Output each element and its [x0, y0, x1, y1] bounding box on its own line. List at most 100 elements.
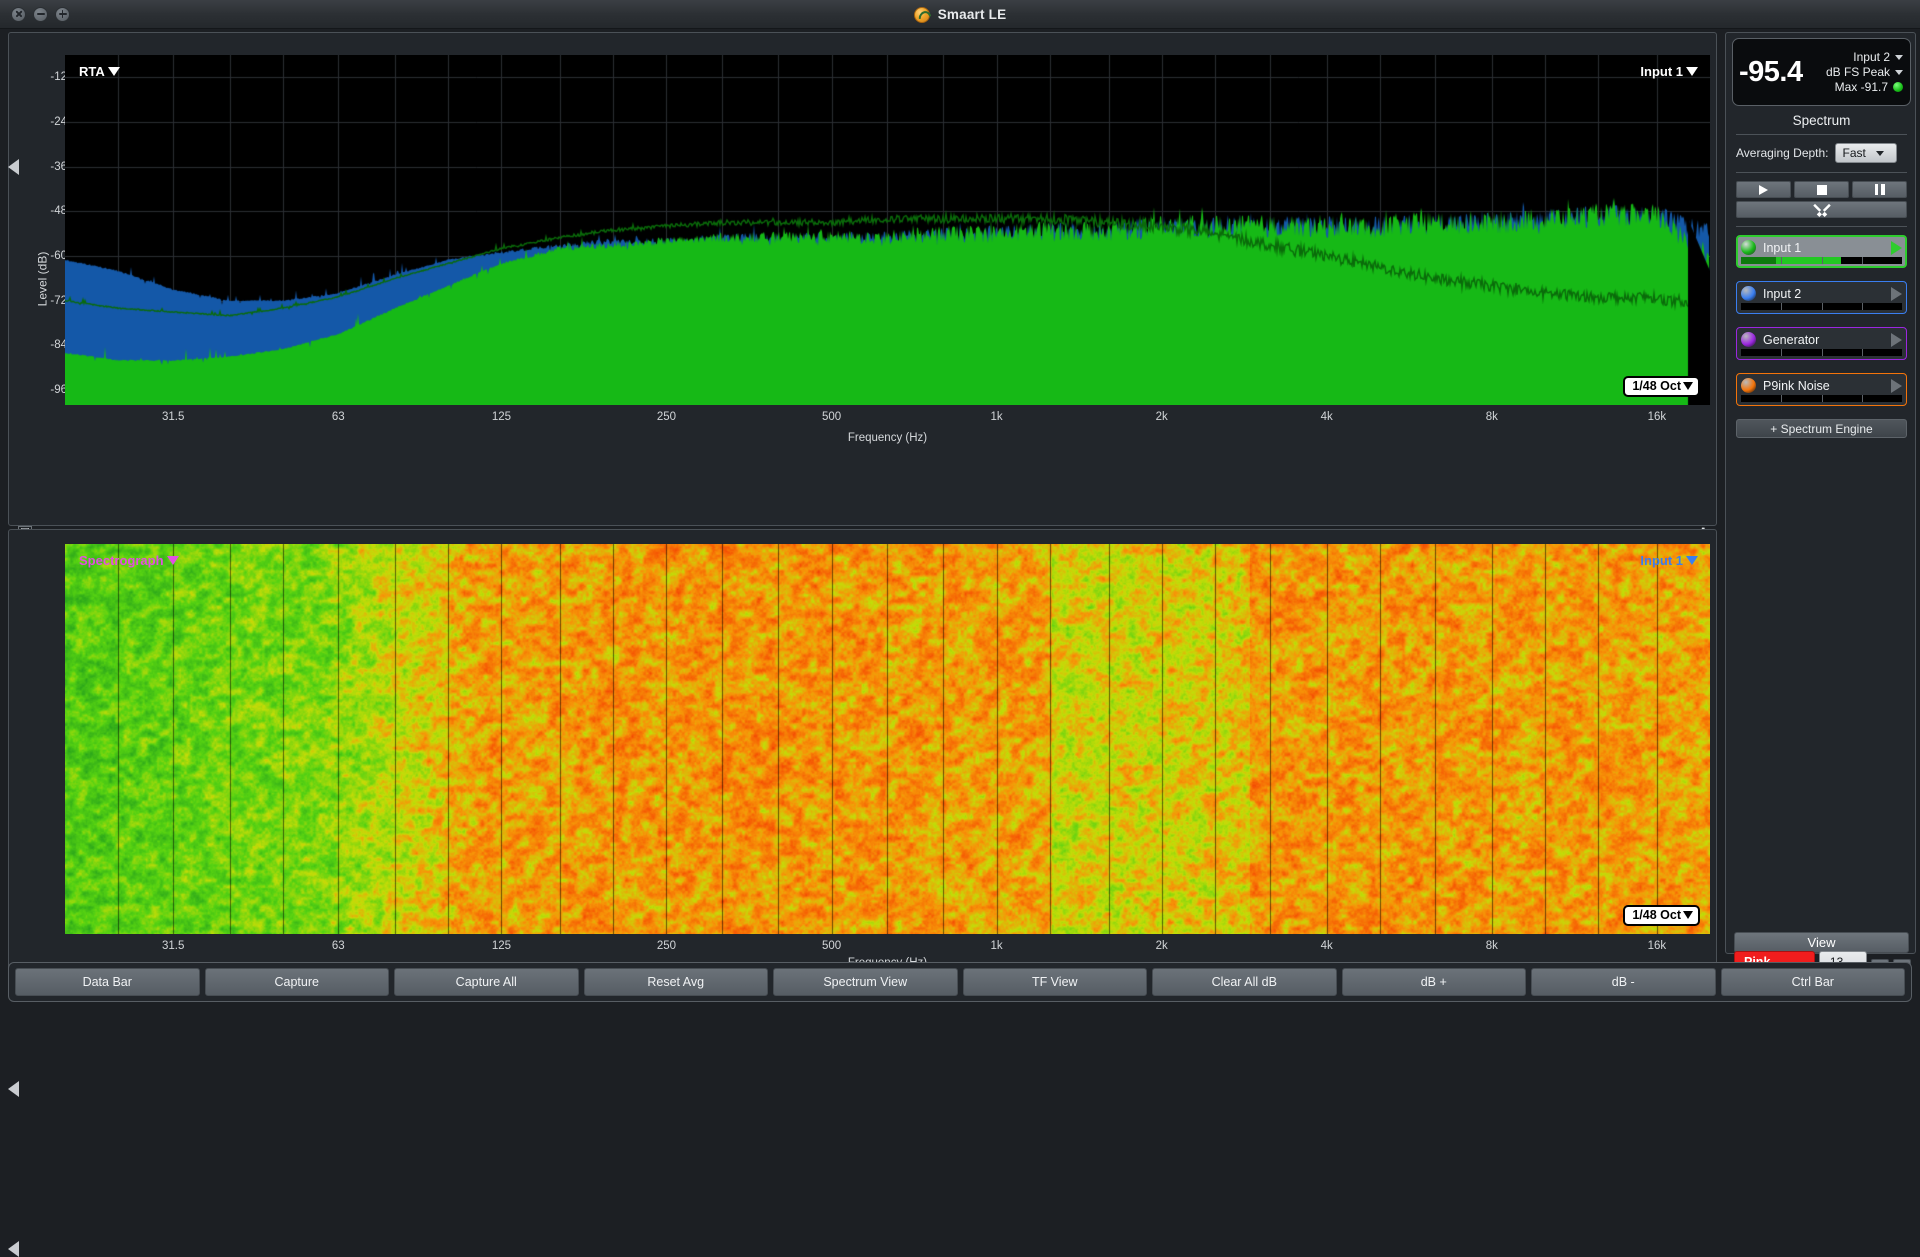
x-tick: 4k — [1321, 411, 1333, 423]
toolbar-button-clear-all-db[interactable]: Clear All dB — [1152, 968, 1337, 996]
channel-level-meter — [1741, 303, 1902, 310]
chevron-down-icon — [1683, 911, 1693, 919]
x-tick: 63 — [332, 411, 345, 423]
signal-led-icon — [1893, 82, 1903, 92]
x-tick: 16k — [1648, 940, 1667, 952]
channel-level-meter — [1741, 257, 1902, 264]
channel-header: Input 2 — [1741, 284, 1902, 303]
rta-y-tick: -36 — [23, 161, 67, 173]
x-tick: 31.5 — [162, 940, 184, 952]
spectrograph-canvas — [65, 544, 1710, 934]
x-tick: 8k — [1486, 411, 1498, 423]
spectrograph-panel: Spectrograph Input 1 1/48 Oct 31.5631252… — [8, 529, 1717, 970]
channel-item-input-2[interactable]: Input 2 — [1736, 281, 1907, 314]
chevron-down-icon — [1876, 151, 1884, 156]
channel-header: Generator — [1741, 330, 1902, 349]
channel-level-meter — [1741, 349, 1902, 356]
rta-y-tick: -48 — [23, 205, 67, 217]
view-button[interactable]: View — [1734, 932, 1909, 953]
channel-play-icon[interactable] — [1891, 379, 1902, 393]
title-center: Smaart LE — [0, 0, 1920, 29]
rta-y-tick: -72 — [23, 295, 67, 307]
level-tick — [1822, 303, 1823, 310]
spectrograph-type-label: Spectrograph — [79, 553, 164, 568]
toolbar-button-tf-view[interactable]: TF View — [963, 968, 1148, 996]
x-tick: 500 — [822, 411, 841, 423]
toolbar-button-data-bar[interactable]: Data Bar — [15, 968, 200, 996]
spectrograph-plot-area[interactable]: Spectrograph Input 1 1/48 Oct — [65, 544, 1710, 934]
toolbar-button-reset-avg[interactable]: Reset Avg — [584, 968, 769, 996]
maximize-icon[interactable] — [55, 7, 70, 22]
level-tick — [1781, 303, 1782, 310]
rta-plot-area[interactable]: RTA Input 1 1/48 Oct — [65, 55, 1710, 405]
close-icon[interactable] — [11, 7, 26, 22]
window-title: Smaart LE — [938, 7, 1007, 22]
toolbar-button-ctrl-bar[interactable]: Ctrl Bar — [1721, 968, 1906, 996]
spectrograph-resolution-dropdown[interactable]: 1/48 Oct — [1623, 905, 1700, 926]
channel-item-input-1[interactable]: Input 1 — [1736, 235, 1907, 268]
rta-resolution-label: 1/48 Oct — [1632, 379, 1681, 393]
workspace: Level (dB) -12-24-36-48-60-72-84-96 RTA … — [0, 29, 1920, 958]
divider — [1736, 172, 1907, 173]
rta-level-cursor-handle[interactable] — [8, 159, 19, 175]
x-tick: 1k — [991, 411, 1003, 423]
channel-color-dot — [1741, 240, 1756, 255]
x-tick: 1k — [991, 940, 1003, 952]
rta-x-ticks: 31.5631252505001k2k4k8k16k — [9, 411, 1716, 427]
chevron-down-icon — [1895, 55, 1903, 60]
channel-header: Input 1 — [1741, 238, 1902, 257]
rta-type-label: RTA — [79, 64, 105, 79]
level-fill — [1776, 257, 1840, 264]
spectrograph-cursor-handle-bottom[interactable] — [8, 1241, 19, 1257]
toolbar-button-capture[interactable]: Capture — [205, 968, 390, 996]
channel-play-icon[interactable] — [1891, 333, 1902, 347]
rta-y-tick: -24 — [23, 116, 67, 128]
x-tick: 2k — [1156, 411, 1168, 423]
rta-resolution-dropdown[interactable]: 1/48 Oct — [1623, 376, 1700, 397]
meter-source-dropdown[interactable]: Input 2 — [1853, 50, 1903, 64]
x-tick: 125 — [492, 411, 511, 423]
level-tick — [1781, 349, 1782, 356]
chevron-down-icon — [167, 556, 179, 565]
meter-details: Input 2 dB FS Peak Max -91.7 — [1803, 50, 1910, 94]
spectrograph-source-dropdown[interactable]: Input 1 — [1640, 553, 1698, 568]
spectrograph-type-dropdown[interactable]: Spectrograph — [79, 553, 179, 568]
chevron-down-icon — [1686, 67, 1698, 76]
x-tick: 31.5 — [162, 411, 184, 423]
rta-panel: Level (dB) -12-24-36-48-60-72-84-96 RTA … — [8, 32, 1717, 526]
spectrograph-cursor-handle-top[interactable] — [8, 1081, 19, 1097]
level-tick — [1781, 395, 1782, 402]
level-tick — [1862, 303, 1863, 310]
channel-header: P9ink Noise — [1741, 376, 1902, 395]
rta-spectrum-canvas — [65, 55, 1710, 405]
rta-type-dropdown[interactable]: RTA — [79, 64, 120, 79]
sidebar-section-title: Spectrum — [1732, 113, 1911, 128]
channel-play-icon[interactable] — [1891, 241, 1902, 255]
toolbar-button-spectrum-view[interactable]: Spectrum View — [773, 968, 958, 996]
play-button[interactable] — [1736, 181, 1791, 198]
level-meter[interactable]: -95.4 Input 2 dB FS Peak Max -91.7 — [1732, 38, 1911, 106]
level-tick — [1862, 349, 1863, 356]
channel-label: Input 2 — [1763, 287, 1884, 301]
averaging-depth-select[interactable]: Fast — [1835, 143, 1897, 163]
stop-button[interactable] — [1794, 181, 1849, 198]
chevron-down-icon — [1895, 70, 1903, 75]
x-tick: 500 — [822, 940, 841, 952]
add-spectrum-engine-button[interactable]: + Spectrum Engine — [1736, 419, 1907, 438]
pause-button[interactable] — [1852, 181, 1907, 198]
channel-item-generator[interactable]: Generator — [1736, 327, 1907, 360]
tools-button[interactable] — [1736, 201, 1907, 218]
toolbar-button-db[interactable]: dB + — [1342, 968, 1527, 996]
spectrograph-source-label: Input 1 — [1640, 553, 1683, 568]
rta-source-dropdown[interactable]: Input 1 — [1640, 64, 1698, 79]
level-tick — [1822, 257, 1823, 264]
pause-icon — [1875, 184, 1885, 195]
meter-unit-label: dB FS Peak — [1826, 65, 1890, 79]
channel-play-icon[interactable] — [1891, 287, 1902, 301]
toolbar-button-capture-all[interactable]: Capture All — [394, 968, 579, 996]
meter-unit-dropdown[interactable]: dB FS Peak — [1826, 65, 1903, 79]
level-fill — [1741, 257, 1776, 264]
toolbar-button-db[interactable]: dB - — [1531, 968, 1716, 996]
channel-item-p9ink-noise[interactable]: P9ink Noise — [1736, 373, 1907, 406]
minimize-icon[interactable] — [33, 7, 48, 22]
